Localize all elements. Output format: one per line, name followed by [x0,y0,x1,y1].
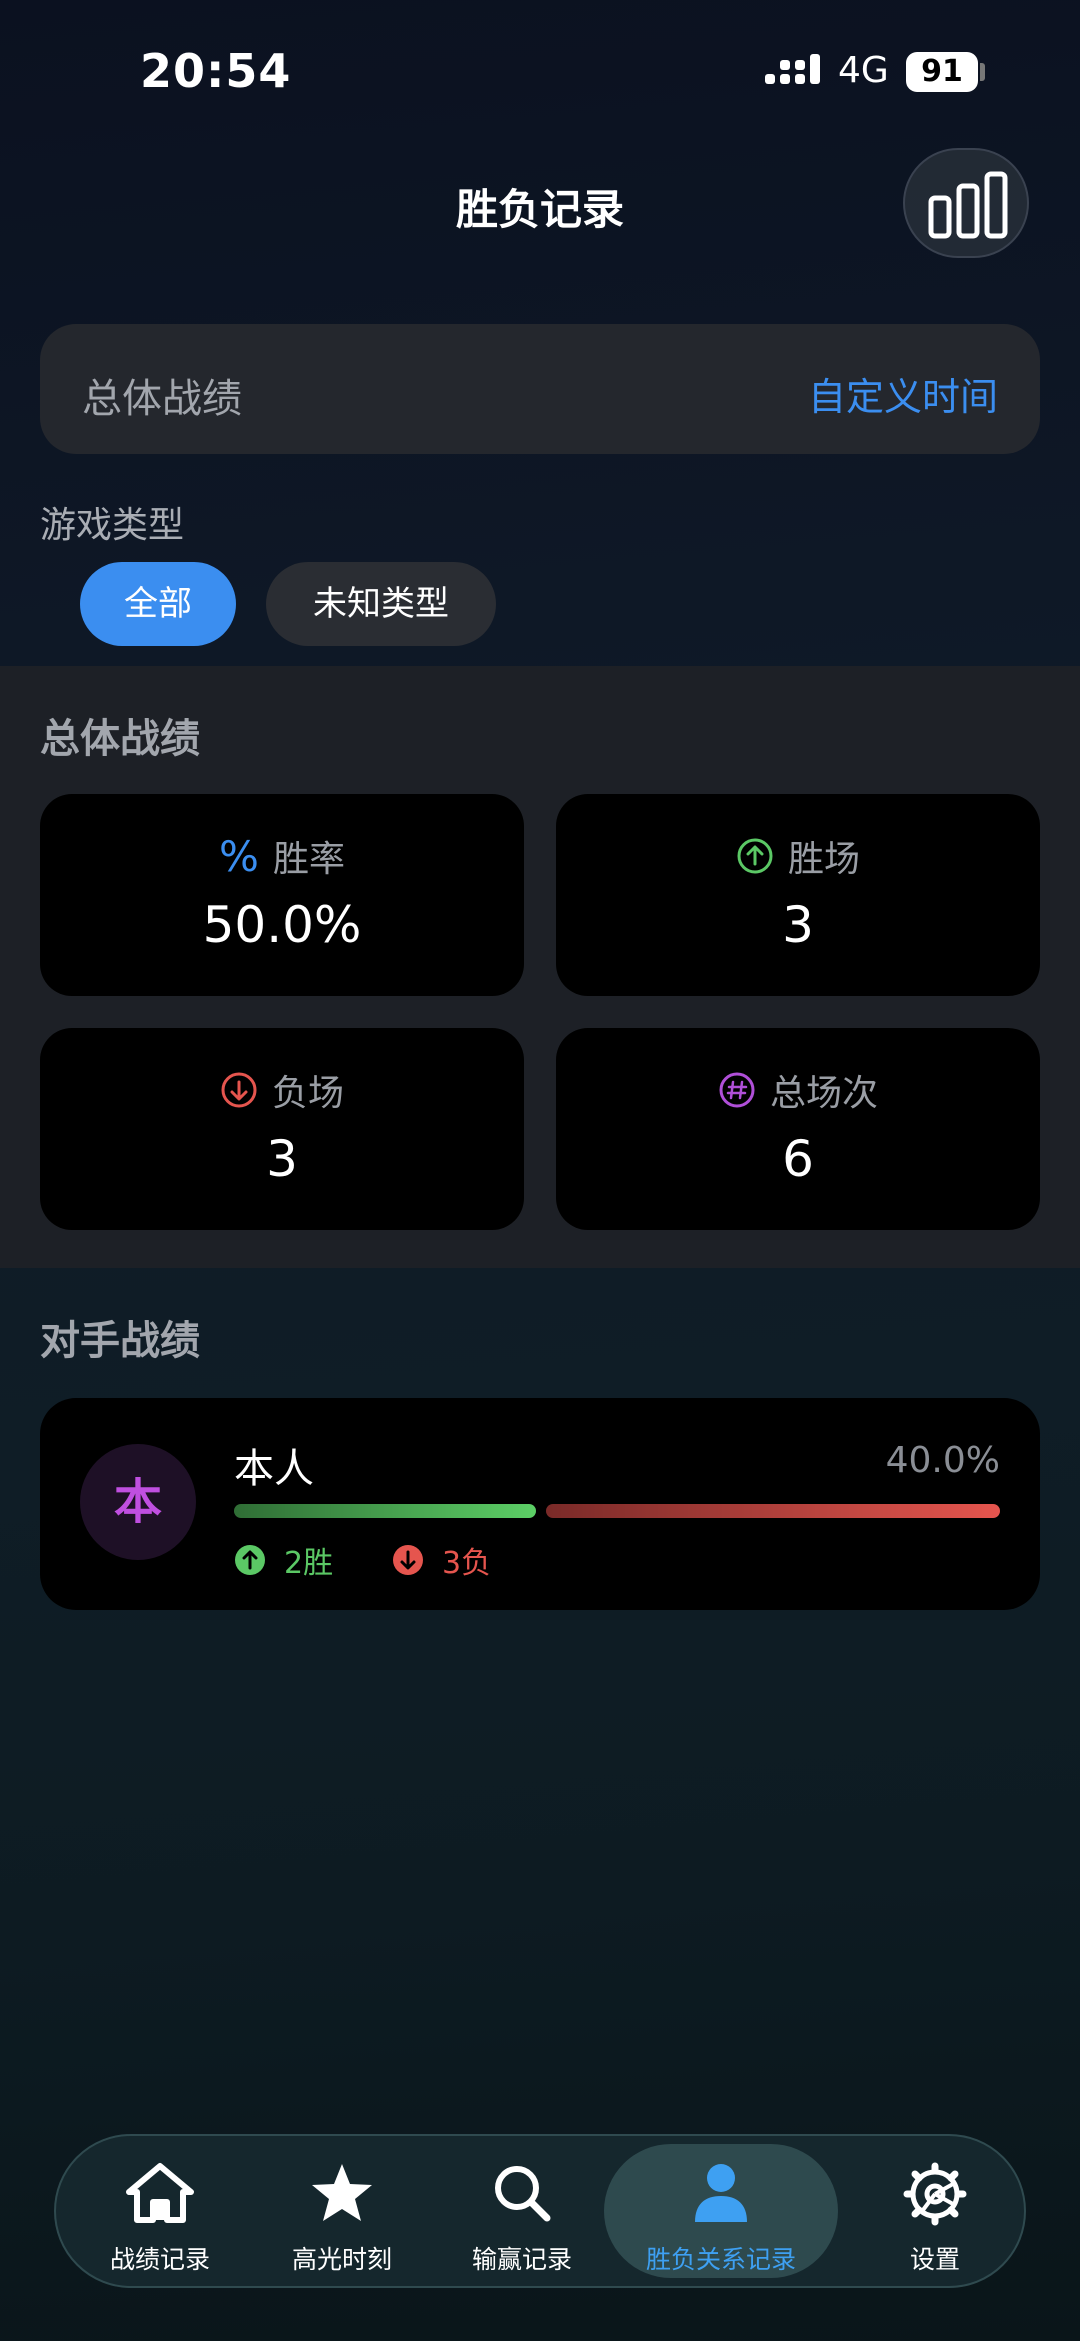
home-icon [126,2163,194,2223]
status-time: 20:54 [140,44,292,98]
total-games-card: 总场次 6 [556,1028,1040,1230]
stats-title: 总体战绩 [40,716,200,762]
network-type: 4G [838,50,889,91]
chip-all[interactable]: 全部 [80,562,236,646]
loss-bar-segment [546,1504,1000,1518]
percent-icon: % [219,831,259,881]
status-bar: 20:54 4G 91 [0,0,1080,150]
opponent-win-rate: 40.0% [885,1440,1000,1481]
arrow-up-circle-icon [737,838,773,874]
custom-time-link[interactable]: 自定义时间 [808,366,998,421]
win-loss-bar [234,1504,1000,1518]
arrow-down-circle-icon [221,1072,257,1108]
opponent-name: 本人 [234,1446,314,1492]
summary-card: 总体战绩 自定义时间 [40,324,1040,454]
win-bar-segment [234,1504,536,1518]
chip-unknown-type[interactable]: 未知类型 [266,562,496,646]
nav-item-records[interactable]: 战绩记录 [56,2136,264,2286]
total-games-value: 6 [782,1130,814,1188]
opponent-losses-text: 3负 [442,1546,492,1581]
signal-icon [765,54,821,92]
battery-icon: 91 [906,52,978,92]
search-icon [495,2166,551,2222]
nav-item-highlights[interactable]: 高光时刻 [238,2136,446,2286]
win-rate-label: 胜率 [272,839,345,880]
opponents-title: 对手战绩 [40,1318,200,1364]
stats-panel: 总体战绩 % 胜率 50.0% 胜场 3 负场 3 总场次 6 [0,666,1080,1268]
nav-label-highlights: 高光时刻 [291,2245,392,2274]
nav-label-settings: 设置 [909,2245,960,2274]
wins-card: 胜场 3 [556,794,1040,996]
nav-item-relations[interactable]: 胜负关系记录 [604,2136,838,2286]
bottom-nav: 战绩记录 高光时刻 输赢记录 胜负关系记录 设置 [54,2134,1026,2288]
opponent-row[interactable]: 本 本人 40.0% 2胜 3负 [40,1398,1040,1610]
win-rate-card: % 胜率 50.0% [40,794,524,996]
settings-icon [903,2162,967,2226]
nav-item-win-loss[interactable]: 输赢记录 [418,2136,626,2286]
losses-label: 负场 [271,1073,344,1114]
summary-title: 总体战绩 [82,376,242,422]
losses-value: 3 [266,1130,298,1188]
wins-value: 3 [782,896,814,954]
total-games-label: 总场次 [769,1073,878,1114]
losses-card: 负场 3 [40,1028,524,1230]
bar-chart-icon [928,171,1008,239]
chart-button[interactable] [903,148,1029,258]
star-icon [312,2164,372,2221]
nav-label-relations: 胜负关系记录 [645,2245,796,2274]
opponent-wins-text: 2胜 [284,1546,334,1581]
arrow-down-circle-icon [393,1545,423,1575]
win-rate-value: 50.0% [202,896,362,954]
wins-label: 胜场 [787,839,860,880]
game-type-label: 游戏类型 [40,505,185,546]
avatar: 本 [80,1444,196,1560]
opponent-wins: 2胜 [234,1538,333,1582]
battery-tip [980,63,985,81]
nav-item-settings[interactable]: 设置 [842,2136,1028,2286]
hash-circle-icon [719,1072,755,1108]
nav-label-win-loss: 输赢记录 [471,2245,572,2274]
person-icon [695,2164,747,2222]
nav-label-records: 战绩记录 [109,2245,210,2274]
opponent-losses: 3负 [392,1538,491,1582]
arrow-up-circle-icon [235,1545,265,1575]
